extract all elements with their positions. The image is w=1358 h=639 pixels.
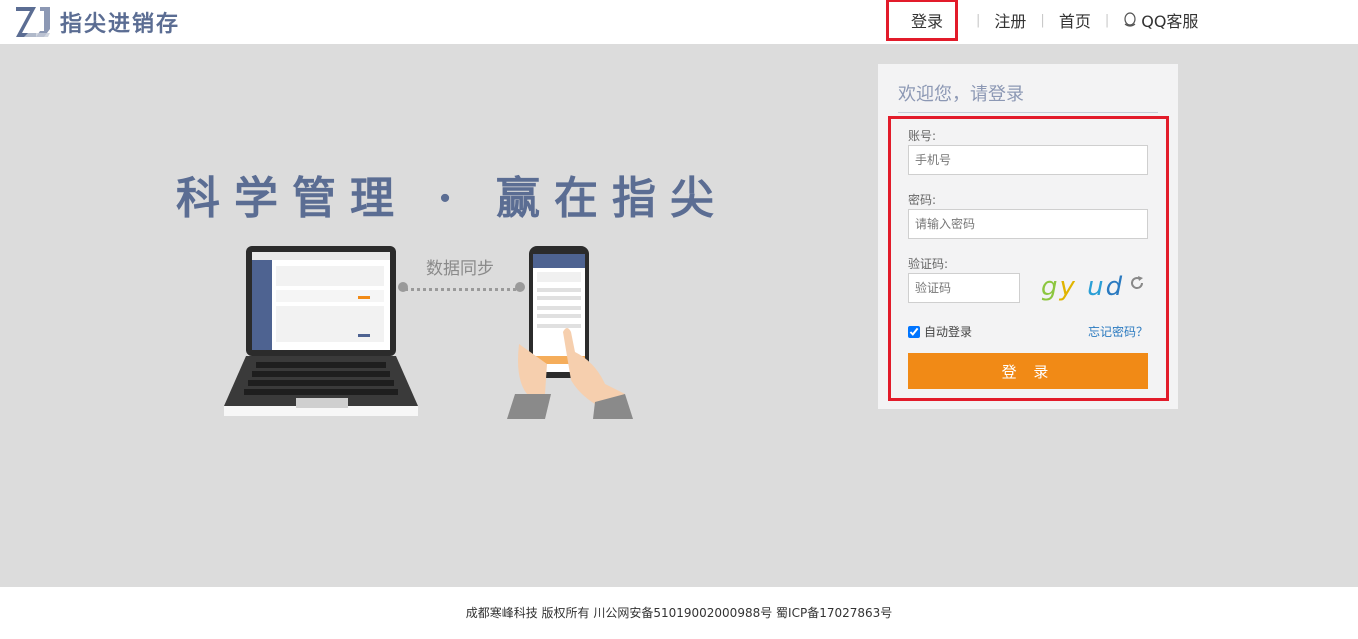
captcha-label: 验证码: (908, 257, 949, 271)
account-input[interactable] (908, 145, 1148, 175)
brand-name: 指尖进销存 (60, 12, 181, 37)
account-label: 账号: (908, 129, 937, 143)
logo-mark-icon (14, 5, 52, 39)
laptop-illustration (222, 244, 422, 423)
password-input[interactable] (908, 209, 1148, 239)
login-submit-button[interactable]: 登 录 (908, 353, 1148, 389)
login-form: 账号: 密码: 验证码: gy ud 自动登录 忘记密码？ (888, 116, 1169, 401)
captcha-input[interactable] (908, 273, 1020, 303)
captcha-text: gy ud (1041, 272, 1123, 301)
nav-separator: | (1040, 12, 1045, 28)
nav-separator: | (1104, 12, 1110, 28)
top-nav: 登录 | 注册 | 首页 | QQ客服 (886, 0, 1198, 41)
qq-service-label: QQ客服 (1141, 12, 1199, 31)
refresh-captcha-icon[interactable] (1129, 275, 1145, 295)
nav-home-link[interactable]: 首页 (1059, 8, 1091, 32)
footer-copyright: 成都寒峰科技 版权所有 川公网安备51019002000988号 蜀ICP备17… (0, 587, 1358, 632)
nav-separator: | (976, 12, 981, 28)
auto-login-checkbox[interactable] (908, 325, 920, 338)
login-panel: 欢迎您，请登录 账号: 密码: 验证码: gy ud 自动登录 (878, 64, 1178, 409)
captcha-image[interactable]: gy ud (1041, 271, 1123, 302)
hero-banner: 科学管理 · 赢在指尖 数据同步 欢迎您，请登录 账号: 手机号 密码: 验证码… (0, 44, 1358, 587)
auto-login-label: 自动登录 (924, 325, 973, 339)
nav-qq-service-link[interactable]: QQ客服 (1123, 8, 1198, 32)
password-label: 密码: (908, 193, 937, 207)
sync-label: 数据同步 (426, 259, 494, 279)
welcome-title: 欢迎您，请登录 (898, 80, 1158, 113)
auto-login-option[interactable]: 自动登录 (908, 323, 972, 340)
sync-dotted-line (400, 288, 522, 292)
top-header: 指尖进销存 登录 | 注册 | 首页 | QQ客服 (0, 0, 1358, 44)
phone-illustration (505, 244, 635, 423)
forgot-password-link[interactable]: 忘记密码？ (1088, 323, 1148, 340)
nav-register-link[interactable]: 注册 (994, 8, 1026, 32)
nav-login-link[interactable]: 登录 (886, 0, 959, 41)
hero-slogan: 科学管理 · 赢在指尖 (176, 173, 728, 224)
qq-penguin-icon (1124, 12, 1136, 27)
brand-logo[interactable]: 指尖进销存 (14, 4, 180, 40)
